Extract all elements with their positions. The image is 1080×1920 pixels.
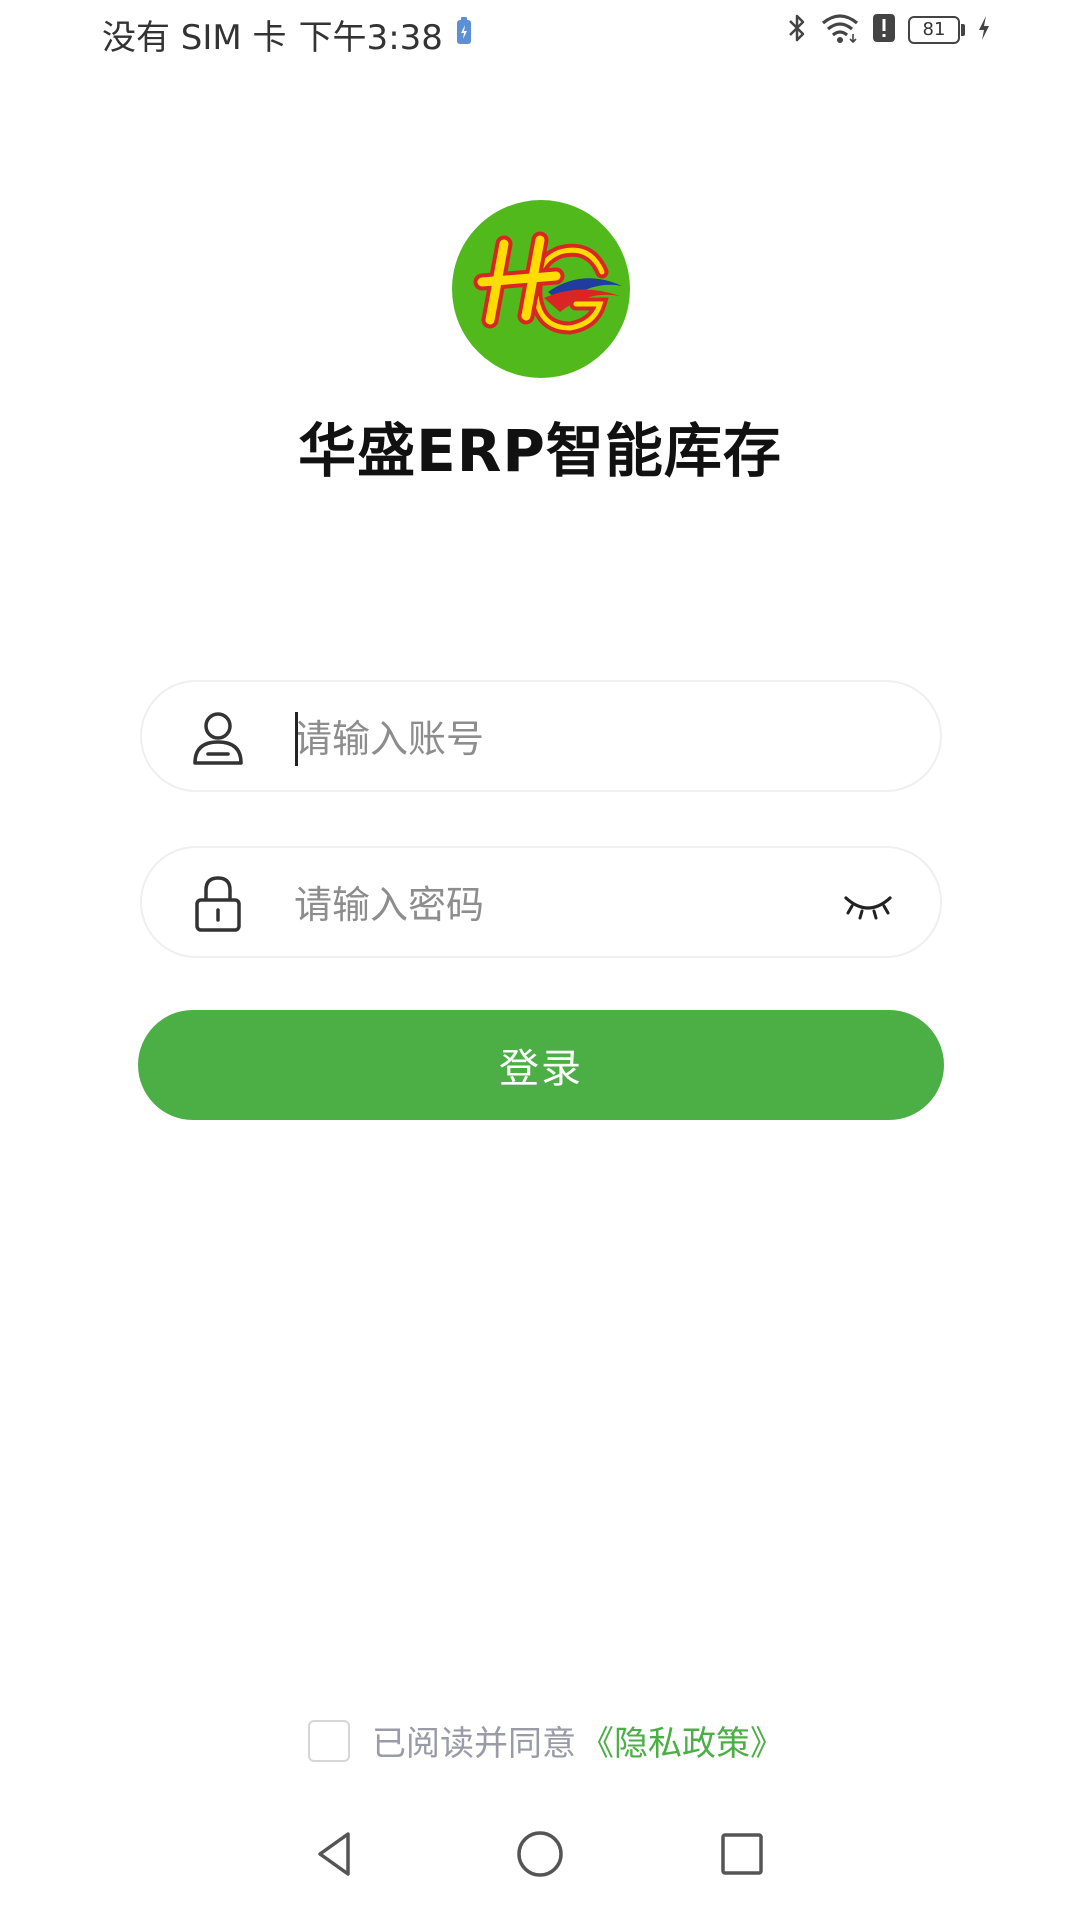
password-input[interactable]	[292, 866, 836, 944]
account-input[interactable]	[292, 700, 836, 778]
app-logo	[452, 200, 630, 378]
agree-checkbox[interactable]	[308, 1719, 350, 1762]
lock-icon	[188, 874, 248, 934]
account-input-row[interactable]	[140, 680, 942, 792]
battery-saver-icon	[455, 15, 473, 55]
wifi-icon	[820, 12, 860, 48]
privacy-policy-link[interactable]: 《隐私政策》	[580, 1716, 784, 1765]
time-text: 下午3:38	[298, 18, 443, 58]
eye-closed-icon[interactable]	[842, 884, 894, 924]
status-bar: 没有 SIM 卡 下午3:38 81	[0, 0, 1080, 64]
login-screen: 没有 SIM 卡 下午3:38 81 华盛ERP智能库存 请输入账号 登录 已阅…	[0, 0, 1080, 1920]
agree-text: 已阅读并同意	[372, 1724, 576, 1764]
text-caret	[295, 712, 298, 766]
password-input-row[interactable]	[140, 846, 942, 958]
login-button[interactable]: 登录	[138, 1010, 944, 1120]
user-icon	[188, 708, 248, 768]
system-nav-bar	[0, 1800, 1080, 1920]
home-circle-icon[interactable]	[510, 1824, 570, 1884]
status-right: 81	[786, 12, 992, 48]
privacy-agreement: 已阅读并同意 《隐私政策》	[308, 1716, 784, 1765]
battery-icon: 81	[908, 16, 965, 44]
alert-icon	[872, 13, 896, 47]
back-triangle-icon[interactable]	[304, 1824, 364, 1884]
recents-square-icon[interactable]	[712, 1824, 772, 1884]
status-left: 没有 SIM 卡 下午3:38	[102, 10, 473, 59]
carrier-text: 没有 SIM 卡	[102, 18, 287, 58]
bluetooth-icon	[786, 12, 808, 48]
charging-icon	[976, 13, 992, 47]
app-title: 华盛ERP智能库存	[298, 417, 782, 485]
